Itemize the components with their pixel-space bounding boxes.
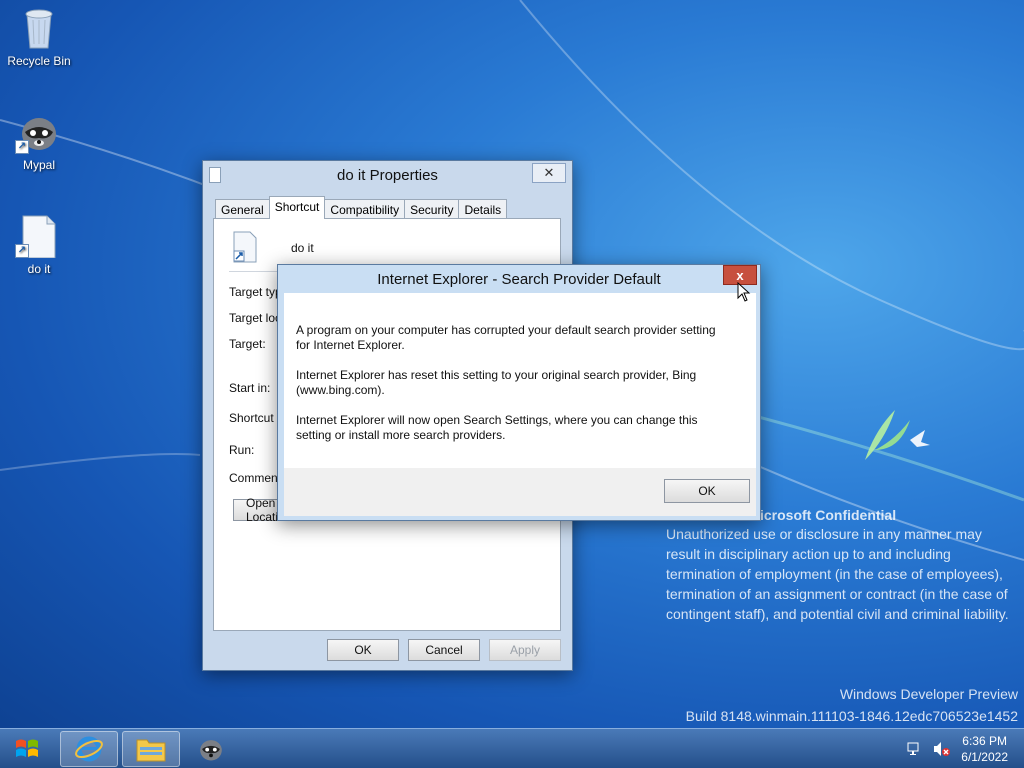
recycle-bin-label: Recycle Bin (7, 54, 71, 68)
do-it-label: do it (27, 262, 51, 276)
properties-tabs: General Shortcut Compatibility Security … (215, 196, 508, 219)
mouse-cursor-icon (737, 282, 751, 302)
tab-general[interactable]: General (215, 199, 270, 219)
shortcut-file-name: do it (291, 241, 314, 255)
label-target: Target: (229, 337, 266, 351)
ie-message-paragraph: Internet Explorer will now open Search S… (296, 413, 698, 442)
shortcut-arrow-icon: ↗ (15, 140, 29, 154)
internet-explorer-icon (75, 736, 103, 762)
properties-close-button[interactable]: ✕ (532, 163, 566, 183)
tab-shortcut[interactable]: Shortcut (268, 196, 326, 219)
tab-security[interactable]: Security (404, 199, 460, 219)
watermark-legal-text: Unauthorized use or disclosure in any ma… (666, 526, 1009, 622)
ie-message-paragraph: Internet Explorer has reset this setting… (296, 368, 697, 397)
file-icon: ↗ (15, 214, 59, 259)
taskbar-mypal[interactable] (182, 731, 240, 767)
tab-compatibility[interactable]: Compatibility (324, 199, 406, 219)
properties-apply-button[interactable]: Apply (489, 639, 561, 661)
ie-dialog-footer: OK (284, 468, 756, 516)
ie-message-paragraph: A program on your computer has corrupted… (296, 323, 716, 352)
shortcut-arrow-icon: ↗ (15, 244, 29, 258)
start-button[interactable] (4, 731, 50, 767)
tab-details[interactable]: Details (458, 199, 508, 219)
taskbar-clock[interactable]: 6:36 PM 6/1/2022 (961, 733, 1008, 765)
mypal-label: Mypal (22, 158, 55, 172)
shortcut-file-icon (233, 231, 257, 263)
folder-icon (136, 739, 166, 762)
taskbar: 6:36 PM 6/1/2022 (0, 728, 1024, 768)
properties-ok-button[interactable]: OK (327, 639, 399, 661)
watermark-build-name: Windows Developer Preview (839, 686, 1018, 702)
mypal-icon: ↗ (15, 110, 59, 154)
windows-logo-icon (16, 739, 38, 757)
label-run: Run: (229, 443, 255, 457)
clock-date: 6/1/2022 (961, 750, 1008, 764)
ie-dialog-titlebar[interactable]: Internet Explorer - Search Provider Defa… (278, 265, 760, 293)
desktop-icon-recycle-bin[interactable]: Recycle Bin (0, 6, 78, 68)
properties-titlebar[interactable]: do it Properties ✕ (203, 161, 572, 189)
volume-muted-icon[interactable] (933, 741, 951, 757)
desktop-icon-mypal[interactable]: ↗ Mypal (0, 110, 78, 172)
desktop-icon-do-it[interactable]: ↗ do it (0, 214, 78, 276)
wallpaper-bird-logo (865, 410, 930, 460)
taskbar-file-explorer[interactable] (122, 731, 180, 767)
ie-dialog-title: Internet Explorer - Search Provider Defa… (377, 270, 661, 288)
label-start-in: Start in: (229, 381, 271, 395)
properties-title: do it Properties (337, 166, 438, 184)
watermark-build-number: Build 8148.winmain.111103-1846.12edc7065… (685, 708, 1018, 724)
properties-cancel-button[interactable]: Cancel (408, 639, 480, 661)
ie-dialog-ok-button[interactable]: OK (664, 479, 750, 503)
ie-dialog-message: A program on your computer has corrupted… (284, 293, 756, 468)
network-icon[interactable] (907, 741, 923, 757)
watermark-confidential: icrosoft Confidential (760, 507, 897, 523)
system-tray: 6:36 PM 6/1/2022 (907, 729, 1024, 768)
recycle-bin-icon (25, 9, 53, 49)
ie-search-provider-dialog: Internet Explorer - Search Provider Defa… (277, 264, 761, 521)
clock-time: 6:36 PM (962, 734, 1007, 748)
mypal-icon (200, 740, 222, 761)
taskbar-internet-explorer[interactable] (60, 731, 118, 767)
window-file-icon (209, 167, 221, 183)
